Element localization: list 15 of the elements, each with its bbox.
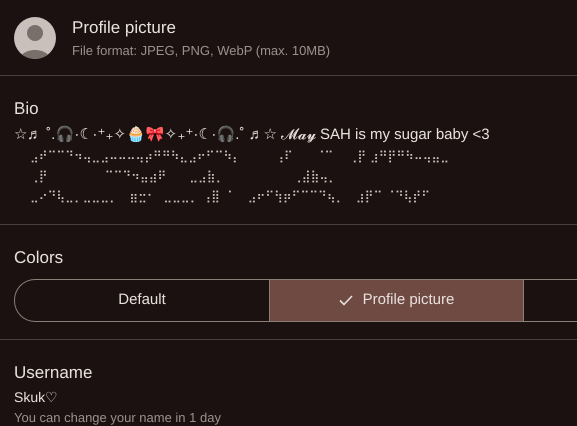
section-label: Username (14, 362, 94, 384)
color-option[interactable]: Profile picture (269, 280, 523, 320)
check-icon (338, 294, 353, 306)
braille-art-line: ⣀⠔⠙⢧⣀⡀⣀⣀⣀⡀ ⣶⣒⠂ ⣀⣀⣀⡀ ⢠⣿ ⠈ ⣠⠖⠋⢳⡶⠋⠉⠉⠙⢦⡀ ⣰⡟⠉ ⠈⠙⢧⡞⠋ (30, 188, 430, 205)
username-hint: You can change your name in 1 day (14, 409, 222, 426)
section-label: Bio (14, 98, 40, 120)
color-option[interactable]: Default (15, 280, 269, 320)
file-format-hint: File format: JPEG, PNG, WebP (max. 10MB) (72, 42, 330, 60)
section-title: Profile picture (72, 17, 177, 39)
bio-text: ☆♬ ˚.🎧·☾·⁺₊✧🧁🎀✧₊⁺·☾·🎧.˚ ♬☆ 𝓜𝓪𝔂 SAH is my sugar baby <3 (14, 124, 491, 144)
avatar-placeholder[interactable] (14, 16, 56, 58)
braille-art-line: ⢀⡟ ⠉⠉⠙⠲⣤⣴⠟ ⣀⣠⣷⡀ ⢀⣼⣷⢤⡀ (30, 168, 337, 185)
section-label: Colors (14, 247, 64, 269)
username-value: Skuk♡ (14, 388, 60, 407)
braille-art-line: ⣠⠞⠉⠉⠙⠲⢤⣀⣠⠤⠤⠤⢤⡴⠛⠛⠳⣄⣠⠖⠋⠉⠳⡄ ⢠⠏ ⠈⠉ ⢀⡟ ⣰⠛⡟⠛⠳⠤⢤⣤⣀ (30, 148, 450, 165)
